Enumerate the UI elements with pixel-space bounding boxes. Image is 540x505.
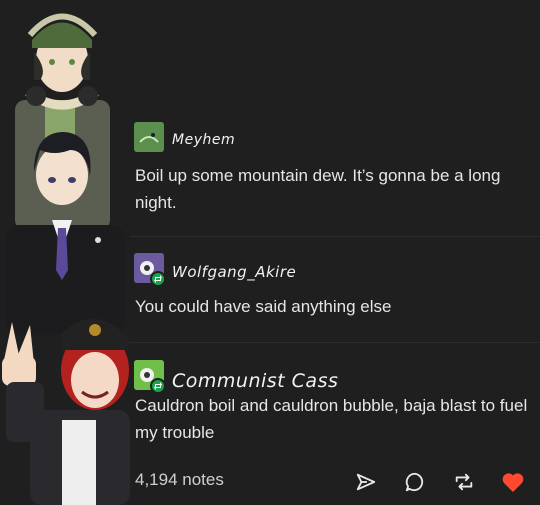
reply-text: Boil up some mountain dew. It’s gonna be…	[135, 166, 501, 212]
reply-text: You could have said anything else	[135, 297, 392, 316]
username[interactable]: Meyhem	[172, 132, 235, 148]
post-footer: 4,194 notes	[0, 462, 540, 502]
divider	[130, 342, 540, 343]
comment-icon	[405, 472, 424, 492]
tumblr-post: Meyhem Boil up some mountain dew. It’s g…	[0, 0, 540, 505]
reblog-button[interactable]	[450, 468, 478, 496]
reply-wolfgang: Wolfgang_Akire You could have said anyth…	[0, 243, 540, 335]
divider	[130, 236, 540, 237]
notes-count[interactable]: 4,194 notes	[135, 470, 224, 490]
reblog-badge-icon	[150, 271, 166, 287]
username[interactable]: Communist Cass	[172, 370, 338, 392]
share-button[interactable]	[352, 468, 380, 496]
reply-communist-cass: Communist Cass Cauldron boil and cauldro…	[0, 350, 540, 460]
reply-text: Cauldron boil and cauldron bubble, baja …	[135, 396, 528, 442]
comment-button[interactable]	[401, 468, 429, 496]
reply-meyhem: Meyhem Boil up some mountain dew. It’s g…	[0, 112, 540, 230]
like-button[interactable]	[499, 468, 527, 496]
avatar-frog-icon	[134, 122, 164, 152]
username[interactable]: Wolfgang_Akire	[172, 263, 296, 281]
avatar[interactable]	[134, 122, 164, 152]
reblog-icon	[455, 473, 473, 491]
share-icon	[356, 473, 376, 491]
heart-icon	[502, 473, 524, 492]
